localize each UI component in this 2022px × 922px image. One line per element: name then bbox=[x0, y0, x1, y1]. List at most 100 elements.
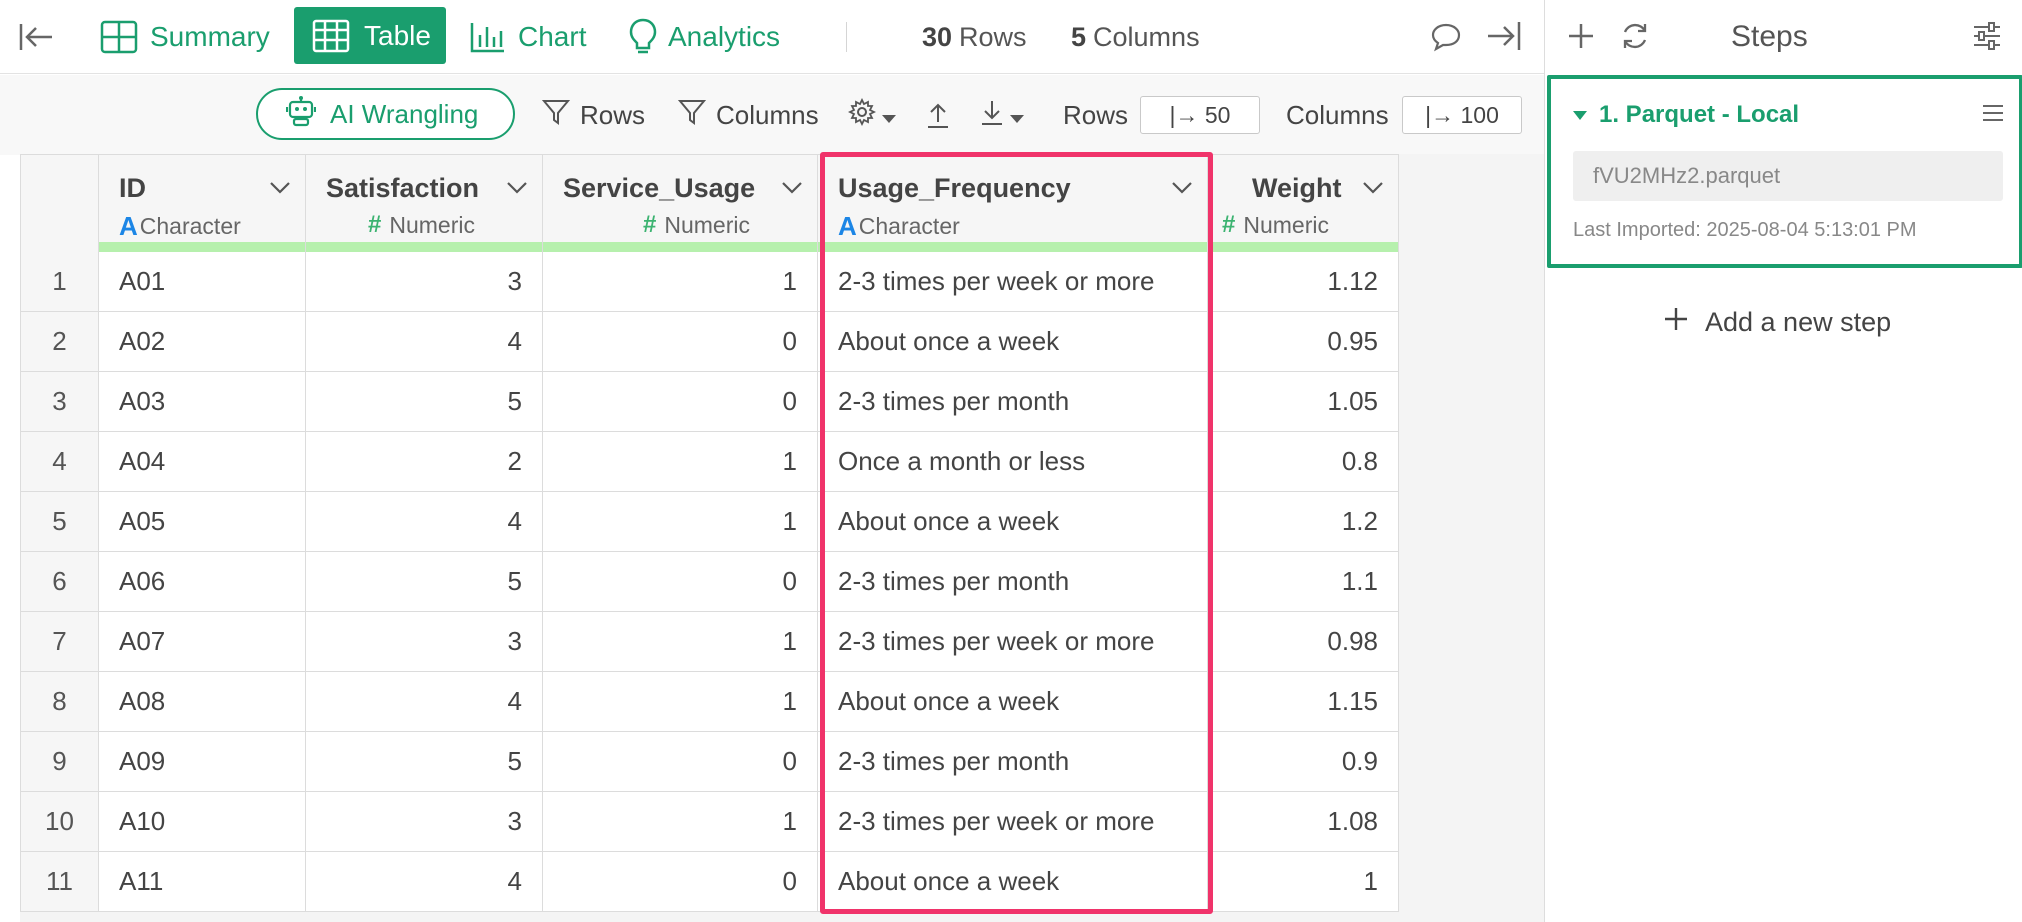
chevron-down-icon[interactable] bbox=[269, 181, 291, 200]
cell-satisfaction[interactable]: 3 bbox=[306, 612, 543, 672]
cell-satisfaction[interactable]: 3 bbox=[306, 792, 543, 852]
column-header-service-usage[interactable]: Service_Usage # Numeric bbox=[543, 154, 818, 252]
cell-service-usage[interactable]: 0 bbox=[543, 372, 818, 432]
column-header-weight[interactable]: Weight # Numeric bbox=[1208, 154, 1399, 252]
cell-service-usage[interactable]: 1 bbox=[543, 792, 818, 852]
cell-service-usage[interactable]: 0 bbox=[543, 312, 818, 372]
import-dropdown-button[interactable] bbox=[980, 75, 1024, 155]
cell-weight[interactable]: 1.08 bbox=[1208, 792, 1399, 852]
caret-down-icon[interactable] bbox=[1573, 111, 1587, 120]
cell-usage-frequency[interactable]: About once a week bbox=[818, 672, 1208, 732]
cell-satisfaction[interactable]: 3 bbox=[306, 252, 543, 312]
column-header-usage-frequency[interactable]: Usage_Frequency A Character bbox=[818, 154, 1208, 252]
row-number[interactable]: 5 bbox=[20, 492, 99, 552]
cell-usage-frequency[interactable]: 2-3 times per week or more bbox=[818, 792, 1208, 852]
cell-weight[interactable]: 0.95 bbox=[1208, 312, 1399, 372]
row-number[interactable]: 1 bbox=[20, 252, 99, 312]
rows-filter-button[interactable]: Rows bbox=[541, 75, 645, 155]
analytics-tab[interactable]: Analytics bbox=[628, 0, 780, 74]
hamburger-menu-icon[interactable] bbox=[1981, 103, 2005, 128]
cell-usage-frequency[interactable]: 2-3 times per month bbox=[818, 372, 1208, 432]
cell-usage-frequency[interactable]: About once a week bbox=[818, 852, 1208, 912]
add-step-button[interactable]: Add a new step bbox=[1663, 300, 1891, 344]
cell-id[interactable]: A11 bbox=[99, 852, 306, 912]
cell-satisfaction[interactable]: 4 bbox=[306, 672, 543, 732]
cell-id[interactable]: A10 bbox=[99, 792, 306, 852]
table-tab[interactable]: Table bbox=[294, 7, 446, 64]
chevron-down-icon[interactable] bbox=[1362, 181, 1384, 200]
chevron-down-icon[interactable] bbox=[1171, 181, 1193, 200]
cell-usage-frequency[interactable]: Once a month or less bbox=[818, 432, 1208, 492]
cell-satisfaction[interactable]: 4 bbox=[306, 312, 543, 372]
cell-id[interactable]: A09 bbox=[99, 732, 306, 792]
cell-id[interactable]: A04 bbox=[99, 432, 306, 492]
columns-limit-input[interactable]: |→ 100 bbox=[1402, 96, 1522, 134]
cell-service-usage[interactable]: 1 bbox=[543, 432, 818, 492]
sliders-icon[interactable] bbox=[1971, 20, 2003, 57]
row-number[interactable]: 10 bbox=[20, 792, 99, 852]
cell-id[interactable]: A07 bbox=[99, 612, 306, 672]
cell-weight[interactable]: 1 bbox=[1208, 852, 1399, 912]
row-number[interactable]: 4 bbox=[20, 432, 99, 492]
row-number[interactable]: 6 bbox=[20, 552, 99, 612]
settings-dropdown-button[interactable] bbox=[847, 75, 896, 155]
cell-service-usage[interactable]: 1 bbox=[543, 672, 818, 732]
cell-weight[interactable]: 1.1 bbox=[1208, 552, 1399, 612]
cell-service-usage[interactable]: 0 bbox=[543, 852, 818, 912]
chevron-down-icon[interactable] bbox=[781, 181, 803, 200]
cell-service-usage[interactable]: 1 bbox=[543, 612, 818, 672]
cell-weight[interactable]: 0.98 bbox=[1208, 612, 1399, 672]
step-title[interactable]: 1. Parquet - Local bbox=[1599, 101, 1799, 129]
export-icon[interactable] bbox=[926, 75, 950, 155]
cell-id[interactable]: A01 bbox=[99, 252, 306, 312]
cell-usage-frequency[interactable]: 2-3 times per week or more bbox=[818, 252, 1208, 312]
row-number[interactable]: 7 bbox=[20, 612, 99, 672]
cell-service-usage[interactable]: 0 bbox=[543, 732, 818, 792]
collapse-right-icon[interactable] bbox=[1486, 20, 1522, 57]
cell-satisfaction[interactable]: 5 bbox=[306, 732, 543, 792]
columns-filter-button[interactable]: Columns bbox=[677, 75, 819, 155]
column-header-id[interactable]: ID A Character bbox=[99, 154, 306, 252]
cell-satisfaction[interactable]: 2 bbox=[306, 432, 543, 492]
cell-service-usage[interactable]: 1 bbox=[543, 252, 818, 312]
plus-icon[interactable] bbox=[1565, 20, 1597, 57]
cell-id[interactable]: A03 bbox=[99, 372, 306, 432]
row-number[interactable]: 11 bbox=[20, 852, 99, 912]
cell-id[interactable]: A06 bbox=[99, 552, 306, 612]
row-number[interactable]: 9 bbox=[20, 732, 99, 792]
collapse-left-icon[interactable] bbox=[18, 0, 54, 74]
ai-wrangling-button[interactable]: AI Wrangling bbox=[256, 88, 515, 140]
comment-icon[interactable] bbox=[1430, 22, 1462, 57]
column-name: Weight bbox=[1252, 173, 1342, 203]
cell-usage-frequency[interactable]: 2-3 times per month bbox=[818, 732, 1208, 792]
chevron-down-icon[interactable] bbox=[506, 181, 528, 200]
summary-tab[interactable]: Summary bbox=[100, 0, 270, 74]
cell-satisfaction[interactable]: 5 bbox=[306, 552, 543, 612]
cell-weight[interactable]: 1.15 bbox=[1208, 672, 1399, 732]
cell-id[interactable]: A08 bbox=[99, 672, 306, 732]
cell-satisfaction[interactable]: 4 bbox=[306, 492, 543, 552]
cell-id[interactable]: A02 bbox=[99, 312, 306, 372]
cell-usage-frequency[interactable]: About once a week bbox=[818, 312, 1208, 372]
cell-weight[interactable]: 0.8 bbox=[1208, 432, 1399, 492]
row-number[interactable]: 3 bbox=[20, 372, 99, 432]
cell-satisfaction[interactable]: 5 bbox=[306, 372, 543, 432]
column-header-satisfaction[interactable]: Satisfaction # Numeric bbox=[306, 154, 543, 252]
chart-tab[interactable]: Chart bbox=[470, 0, 586, 74]
cell-id[interactable]: A05 bbox=[99, 492, 306, 552]
cell-weight[interactable]: 1.12 bbox=[1208, 252, 1399, 312]
row-number[interactable]: 8 bbox=[20, 672, 99, 732]
cell-service-usage[interactable]: 0 bbox=[543, 552, 818, 612]
cell-weight[interactable]: 0.9 bbox=[1208, 732, 1399, 792]
cell-usage-frequency[interactable]: 2-3 times per month bbox=[818, 552, 1208, 612]
rows-limit-input[interactable]: |→ 50 bbox=[1140, 96, 1260, 134]
cell-service-usage[interactable]: 1 bbox=[543, 492, 818, 552]
cell-weight[interactable]: 1.2 bbox=[1208, 492, 1399, 552]
cell-usage-frequency[interactable]: About once a week bbox=[818, 492, 1208, 552]
step-card-parquet[interactable]: 1. Parquet - Local fVU2MHz2.parquet Last… bbox=[1547, 75, 2022, 268]
cell-satisfaction[interactable]: 4 bbox=[306, 852, 543, 912]
refresh-icon[interactable] bbox=[1619, 20, 1651, 57]
cell-usage-frequency[interactable]: 2-3 times per week or more bbox=[818, 612, 1208, 672]
cell-weight[interactable]: 1.05 bbox=[1208, 372, 1399, 432]
row-number[interactable]: 2 bbox=[20, 312, 99, 372]
